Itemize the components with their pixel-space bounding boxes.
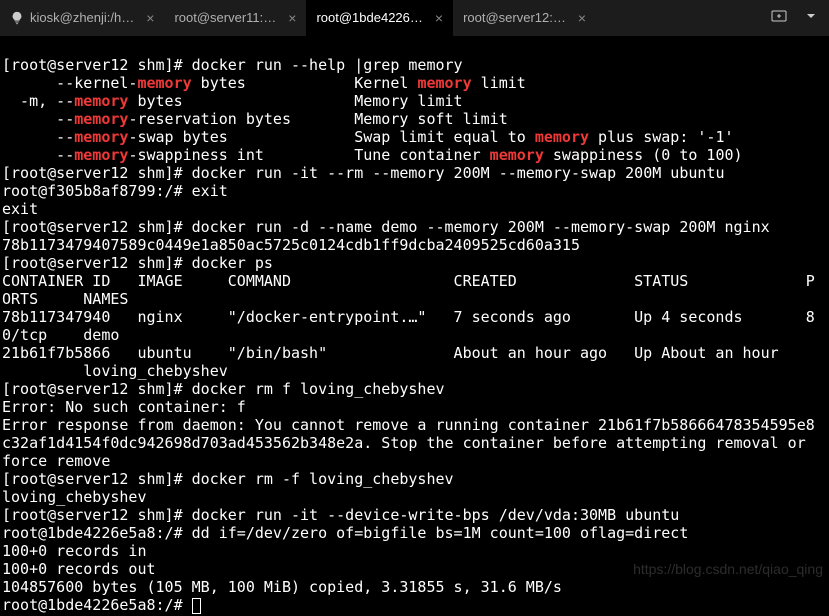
highlight-memory: memory bbox=[490, 146, 544, 164]
highlight-memory: memory bbox=[417, 74, 471, 92]
command-text: exit bbox=[192, 182, 228, 200]
prompt-line: [root@server12 shm]# bbox=[2, 164, 192, 182]
error-text: Error response from daemon: You cannot r… bbox=[2, 416, 815, 470]
command-text: dd if=/dev/zero of=bigfile bs=1M count=1… bbox=[192, 524, 689, 542]
highlight-memory: memory bbox=[74, 110, 128, 128]
table-row: 21b61f7b5866 ubuntu "/bin/bash" About an… bbox=[2, 344, 815, 380]
window-controls bbox=[759, 8, 829, 28]
prompt-line: [root@server12 shm]# bbox=[2, 254, 192, 272]
watermark: https://blog.csdn.net/qiao_qing bbox=[633, 560, 823, 578]
opt-text: swappiness (0 to 100) bbox=[544, 146, 743, 164]
command-text: docker ps bbox=[192, 254, 273, 272]
dropdown-icon[interactable] bbox=[805, 8, 817, 28]
table-header: CONTAINER ID IMAGE COMMAND CREATED STATU… bbox=[2, 272, 815, 308]
output-text: loving_chebyshev bbox=[2, 488, 147, 506]
command-text: docker rm f loving_chebyshev bbox=[192, 380, 445, 398]
prompt-line: root@1bde4226e5a8:/# bbox=[2, 596, 192, 614]
close-icon[interactable]: × bbox=[435, 9, 443, 27]
tab-label: root@1bde4226… bbox=[316, 9, 422, 27]
output-text: 100+0 records out bbox=[2, 560, 156, 578]
table-row: 78b117347940 nginx "/docker-entrypoint.…… bbox=[2, 308, 815, 344]
opt-text: -- bbox=[2, 128, 74, 146]
tab-1bde4226[interactable]: root@1bde4226… × bbox=[306, 0, 453, 36]
highlight-memory: memory bbox=[74, 128, 128, 146]
close-icon[interactable]: × bbox=[146, 9, 154, 27]
opt-text: -swappiness int Tune container bbox=[128, 146, 489, 164]
output-text: exit bbox=[2, 200, 38, 218]
opt-text: -- bbox=[2, 146, 74, 164]
error-text: Error: No such container: f bbox=[2, 398, 246, 416]
command-text: docker run -d --name demo --memory 200M … bbox=[192, 218, 770, 236]
tab-server12[interactable]: root@server12:… × bbox=[453, 0, 596, 36]
opt-text: --kernel- bbox=[2, 74, 137, 92]
tab-label: root@server11:… bbox=[174, 9, 276, 27]
terminal-output[interactable]: [root@server12 shm]# docker run --help |… bbox=[0, 36, 829, 616]
output-text: 78b1173479407589c0449e1a850ac5725c0124cd… bbox=[2, 236, 580, 254]
command-text: docker run --help |grep memory bbox=[192, 56, 463, 74]
tab-bar: kiosk@zhenji:/h… × root@server11:… × roo… bbox=[0, 0, 829, 36]
opt-text: bytes Kernel bbox=[192, 74, 418, 92]
prompt-line: root@f305b8af8799:/# bbox=[2, 182, 192, 200]
prompt-line: root@1bde4226e5a8:/# bbox=[2, 524, 192, 542]
close-icon[interactable]: × bbox=[578, 9, 586, 27]
tab-server11[interactable]: root@server11:… × bbox=[164, 0, 306, 36]
highlight-memory: memory bbox=[74, 146, 128, 164]
opt-text: -m, -- bbox=[2, 92, 74, 110]
command-text: docker rm -f loving_chebyshev bbox=[192, 470, 454, 488]
opt-text: -swap bytes Swap limit equal to bbox=[128, 128, 534, 146]
cursor bbox=[192, 598, 201, 614]
opt-text: -reservation bytes Memory soft limit bbox=[128, 110, 507, 128]
prompt-line: [root@server12 shm]# bbox=[2, 56, 192, 74]
prompt-line: [root@server12 shm]# bbox=[2, 506, 192, 524]
tab-label: root@server12:… bbox=[463, 9, 566, 27]
new-tab-icon[interactable] bbox=[771, 8, 787, 28]
tab-kiosk[interactable]: kiosk@zhenji:/h… × bbox=[0, 0, 164, 36]
command-text: docker run -it --device-write-bps /dev/v… bbox=[192, 506, 680, 524]
prompt-line: [root@server12 shm]# bbox=[2, 380, 192, 398]
lightbulb-icon bbox=[10, 11, 24, 25]
opt-text: -- bbox=[2, 110, 74, 128]
prompt-line: [root@server12 shm]# bbox=[2, 470, 192, 488]
opt-text: plus swap: '-1' bbox=[589, 128, 734, 146]
command-text: docker run -it --rm --memory 200M --memo… bbox=[192, 164, 725, 182]
prompt-line: [root@server12 shm]# bbox=[2, 218, 192, 236]
output-text: 100+0 records in bbox=[2, 542, 147, 560]
highlight-memory: memory bbox=[535, 128, 589, 146]
highlight-memory: memory bbox=[137, 74, 191, 92]
opt-text: limit bbox=[472, 74, 526, 92]
tab-label: kiosk@zhenji:/h… bbox=[30, 9, 134, 27]
highlight-memory: memory bbox=[74, 92, 128, 110]
output-text: 104857600 bytes (105 MB, 100 MiB) copied… bbox=[2, 578, 562, 596]
close-icon[interactable]: × bbox=[288, 9, 296, 27]
opt-text: bytes Memory limit bbox=[128, 92, 462, 110]
